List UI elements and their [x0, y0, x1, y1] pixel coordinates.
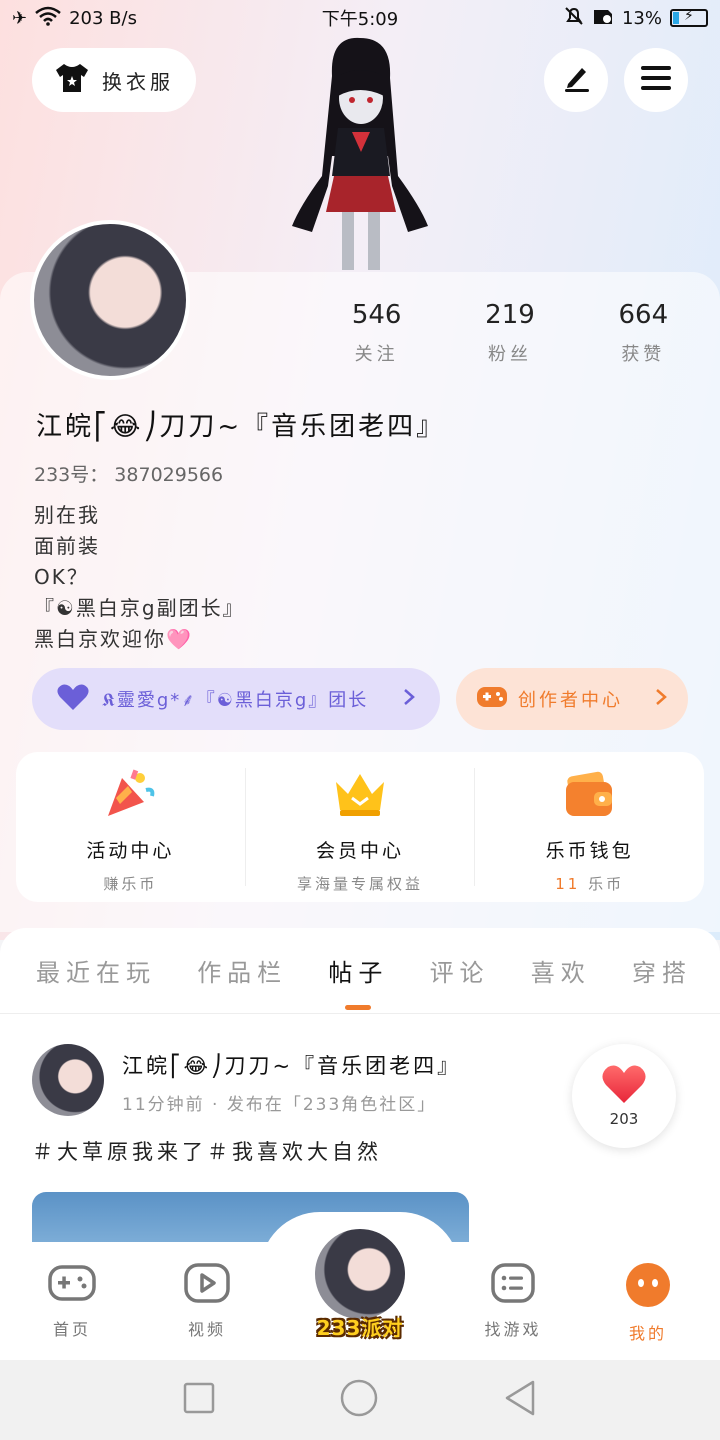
party-popper-icon — [102, 768, 158, 820]
wallet-button[interactable]: 乐币钱包 11 乐币 — [474, 768, 704, 893]
post-text: ＃大草原我来了＃我喜欢大自然 — [32, 1140, 382, 1164]
status-bar: ✈ 203 B/s 下午5:09 13% ⚡ — [0, 0, 720, 36]
party-brand: 233派对 — [316, 1316, 404, 1340]
bio-line: 『☯黑白京g副团长』 — [34, 596, 245, 620]
bio-line: OK？ — [34, 565, 89, 589]
menu-button[interactable] — [624, 48, 688, 112]
tab-posts[interactable]: 帖子 — [328, 953, 388, 988]
bottom-nav: 首页 视频 233派对 找游戏 我的 — [0, 1226, 720, 1360]
bio-line: 黑白京欢迎你🩷 — [34, 627, 193, 651]
service-subtitle: 11 乐币 — [475, 873, 704, 894]
post-author[interactable]: 江皖⎡😂⎠刀刀~『音乐团老四』 — [122, 1050, 461, 1080]
nickname: 江皖⎡😂⎠刀刀~『音乐团老四』 — [36, 412, 446, 442]
profile-dots-icon — [625, 1262, 671, 1312]
stat-value: 546 — [351, 300, 402, 330]
nav-find-games[interactable]: 找游戏 — [461, 1242, 565, 1360]
nav-party[interactable]: 233派对 — [290, 1226, 430, 1360]
battery-percent: 13% — [621, 7, 662, 29]
stat-label: 粉丝 — [487, 344, 532, 365]
stat-following[interactable]: 546 关注 — [310, 300, 443, 366]
nav-label: 首页 — [52, 1320, 91, 1339]
user-id[interactable]: 233号： 387029566 — [34, 460, 223, 487]
bio-line: 别在我 — [34, 503, 100, 527]
creator-center-button[interactable]: 创作者中心 — [456, 668, 688, 730]
back-icon[interactable] — [503, 1380, 537, 1420]
tab-works[interactable]: 作品栏 — [197, 953, 287, 988]
nav-me[interactable]: 我的 — [596, 1242, 700, 1360]
wallet-icon — [562, 768, 618, 820]
gamepad-icon — [47, 1262, 97, 1308]
creator-label: 创作者中心 — [518, 690, 623, 711]
post-author-avatar[interactable] — [32, 1044, 104, 1116]
edit-profile-button[interactable] — [544, 48, 608, 112]
stat-label: 获赞 — [621, 344, 666, 365]
list-icon — [490, 1262, 536, 1308]
avatar-character[interactable] — [280, 36, 440, 272]
mute-icon — [564, 6, 584, 31]
nav-home[interactable]: 首页 — [20, 1242, 124, 1360]
avatar[interactable] — [30, 220, 190, 380]
gamepad-icon — [476, 684, 508, 715]
bio: 别在我 面前装 OK？ 『☯黑白京g副团长』 黑白京欢迎你🩷 — [34, 500, 245, 655]
vip-center-button[interactable]: 会员中心 享海量专属权益 — [244, 768, 475, 893]
stat-value: 219 — [485, 300, 535, 330]
change-outfit-button[interactable]: 换衣服 — [32, 48, 196, 112]
airplane-icon: ✈ — [12, 7, 28, 29]
profile-stats: 546 关注 219 粉丝 664 获赞 — [310, 300, 710, 366]
services-card: 活动中心 赚乐币 会员中心 享海量专属权益 乐币钱包 11 乐币 — [16, 752, 704, 902]
change-outfit-label: 换衣服 — [102, 69, 174, 94]
guild-label: 𝕶靈愛g*⸙『☯黑白京g』团长 — [102, 690, 369, 711]
service-title: 活动中心 — [86, 840, 175, 862]
service-title: 乐币钱包 — [545, 840, 634, 862]
service-title: 会员中心 — [316, 840, 405, 862]
guild-badge-button[interactable]: 𝕶靈愛g*⸙『☯黑白京g』团长 — [32, 668, 440, 730]
system-navigation-bar — [0, 1360, 720, 1440]
nav-label: 视频 — [187, 1320, 226, 1339]
tab-comments[interactable]: 评论 — [430, 953, 490, 988]
play-icon — [183, 1262, 231, 1308]
stat-followers[interactable]: 219 粉丝 — [443, 300, 576, 366]
sim-icon — [592, 6, 614, 31]
service-subtitle: 赚乐币 — [103, 875, 158, 893]
activity-center-button[interactable]: 活动中心 赚乐币 — [16, 768, 245, 893]
coin-balance: 11 — [555, 875, 581, 893]
service-subtitle: 享海量专属权益 — [297, 875, 424, 893]
nav-label: 找游戏 — [484, 1320, 542, 1339]
bio-line: 面前装 — [34, 534, 100, 558]
clock: 下午5:09 — [321, 9, 399, 30]
wifi-icon — [35, 6, 61, 31]
tshirt-icon — [54, 62, 90, 99]
nav-video[interactable]: 视频 — [155, 1242, 259, 1360]
hamburger-icon — [640, 64, 672, 96]
nav-label: 我的 — [628, 1324, 667, 1343]
chevron-right-icon — [654, 687, 668, 712]
profile-tabs: 最近在玩 作品栏 帖子 评论 喜欢 穿搭 — [0, 928, 720, 1014]
stat-label: 关注 — [354, 344, 399, 365]
heart-icon — [601, 1064, 647, 1108]
tab-recent[interactable]: 最近在玩 — [36, 953, 156, 988]
content-panel: 最近在玩 作品栏 帖子 评论 喜欢 穿搭 江皖⎡😂⎠刀刀~『音乐团老四』 11分… — [0, 928, 720, 1312]
battery-icon: ⚡ — [670, 8, 708, 27]
heart-icon — [56, 683, 90, 716]
pen-icon — [560, 62, 592, 98]
post-meta: 11分钟前 · 发布在「233角色社区」 — [122, 1095, 437, 1115]
crown-icon — [332, 768, 388, 820]
tab-likes[interactable]: 喜欢 — [531, 953, 591, 988]
like-button[interactable]: 203 — [572, 1044, 676, 1148]
chevron-right-icon — [402, 687, 416, 712]
stat-likes[interactable]: 664 获赞 — [577, 300, 710, 366]
party-avatar — [312, 1226, 408, 1322]
coin-unit: 乐币 — [588, 875, 625, 893]
recent-apps-icon[interactable] — [183, 1382, 215, 1418]
like-count: 203 — [609, 1110, 639, 1128]
network-speed: 203 B/s — [69, 7, 137, 29]
home-icon[interactable] — [340, 1379, 378, 1421]
stat-value: 664 — [618, 300, 669, 330]
tab-outfits[interactable]: 穿搭 — [632, 953, 692, 988]
